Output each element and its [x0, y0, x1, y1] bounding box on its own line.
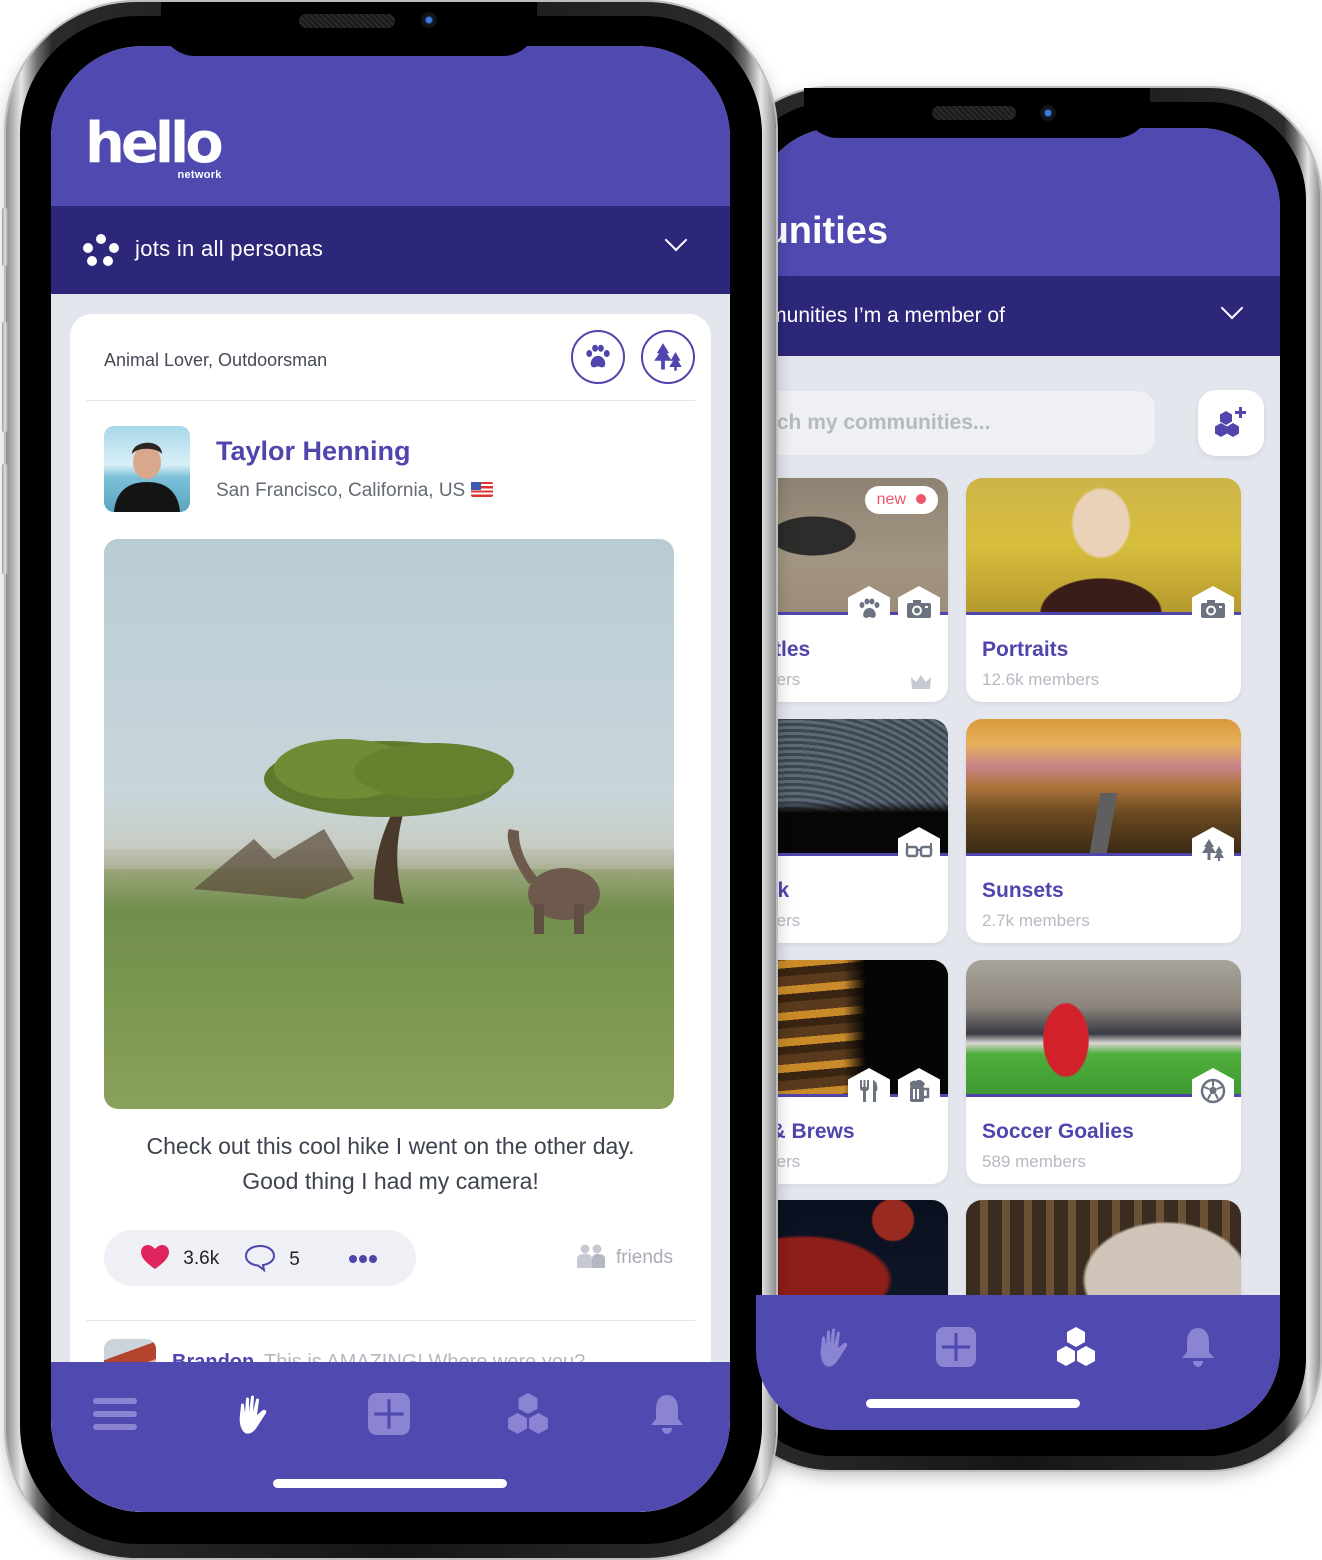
persona-filter-dropdown[interactable]: jots in all personas — [51, 206, 730, 294]
plus-square-icon — [936, 1327, 976, 1367]
like-button[interactable]: 3.6k — [140, 1244, 219, 1270]
comment-button[interactable]: 5 — [244, 1244, 300, 1273]
community-card-talk[interactable]: talk mbers — [756, 719, 948, 943]
community-card-soccer-goalies[interactable]: Soccer Goalies 589 members — [966, 960, 1241, 1184]
post-persona-tags: Animal Lover, Outdoorsman — [104, 350, 328, 370]
hand-wave-icon — [820, 1328, 848, 1367]
post-card: Animal Lover, Outdoorsman Taylor Henning… — [70, 314, 711, 1512]
front-camera — [1040, 105, 1056, 121]
bottom-navigation — [51, 1362, 730, 1512]
feed-screen: hello network jots in all personas Anima… — [51, 46, 730, 1512]
nav-jots[interactable] — [812, 1323, 860, 1371]
community-card-portraits[interactable]: Portraits 12.6k members — [966, 478, 1241, 702]
paw-icon[interactable] — [571, 330, 625, 384]
persona-filter-label: jots in all personas — [135, 236, 324, 261]
divider — [86, 400, 695, 401]
author-name[interactable]: Taylor Henning — [216, 436, 411, 467]
crown-icon — [911, 675, 931, 689]
volume-up-button — [2, 322, 8, 432]
community-member-count: 2.7k members — [982, 911, 1090, 930]
chevron-down-icon — [1220, 296, 1244, 320]
nav-notifications[interactable] — [1174, 1323, 1222, 1371]
heart-icon — [141, 1245, 169, 1269]
communities-screen: mmunities ommunities I’m a member of arc… — [756, 128, 1280, 1430]
volume-down-button — [2, 464, 8, 574]
bell-icon — [1182, 1328, 1214, 1367]
author-location: San Francisco, California, US — [216, 480, 494, 502]
phone-notch — [804, 88, 1150, 138]
more-options-button[interactable] — [348, 1248, 378, 1270]
new-badge: new — [864, 486, 938, 514]
persona-dots-icon — [83, 234, 119, 268]
community-card-sunsets[interactable]: Sunsets 2.7k members — [966, 719, 1241, 943]
search-communities-input[interactable]: arch my communities... — [756, 390, 1156, 456]
feed: Animal Lover, Outdoorsman Taylor Henning… — [51, 294, 730, 1512]
hexagons-icon — [508, 1393, 548, 1434]
community-name: Portraits — [982, 638, 1069, 661]
menu-icon — [93, 1398, 137, 1430]
post-visibility: friends — [576, 1244, 673, 1269]
community-name: Sunsets — [982, 879, 1064, 902]
comment-bubble-icon — [244, 1244, 276, 1273]
community-name: Soccer Goalies — [982, 1120, 1134, 1143]
add-community-icon — [1215, 407, 1246, 437]
divider — [86, 1320, 695, 1321]
back-phone-device: mmunities ommunities I’m a member of arc… — [720, 88, 1320, 1470]
community-member-count: 589 members — [982, 1152, 1086, 1171]
bottom-navigation — [756, 1295, 1280, 1430]
filter-label: ommunities I’m a member of — [756, 304, 1005, 327]
front-camera — [421, 12, 437, 28]
friends-icon — [576, 1244, 605, 1268]
like-count: 3.6k — [183, 1248, 220, 1269]
front-phone-device: hello network jots in all personas Anima… — [2, 2, 776, 1558]
nav-jots[interactable] — [231, 1390, 279, 1438]
author-avatar[interactable] — [104, 426, 190, 512]
reactions-bar: 3.6k 5 — [104, 1230, 416, 1286]
communities-header: mmunities — [756, 128, 1280, 276]
app-header: hello network — [51, 46, 730, 206]
nav-communities[interactable] — [1052, 1323, 1100, 1371]
speaker-grille — [932, 106, 1016, 120]
post-photo[interactable] — [104, 539, 674, 1109]
post-caption: Check out this cool hike I went on the o… — [146, 1133, 635, 1194]
hexagons-icon — [1057, 1327, 1095, 1366]
chevron-down-icon — [664, 228, 688, 252]
more-dots-icon — [349, 1255, 377, 1263]
hand-wave-icon — [239, 1395, 267, 1434]
nav-create[interactable] — [932, 1323, 980, 1371]
hello-network-logo: hello network — [85, 111, 224, 182]
phone-notch — [161, 2, 537, 56]
speaker-grille — [299, 14, 395, 28]
community-member-count: 12.6k members — [982, 670, 1100, 689]
mute-switch — [2, 208, 8, 266]
add-community-button[interactable] — [1198, 390, 1264, 456]
home-indicator[interactable] — [866, 1399, 1080, 1408]
us-flag-icon — [471, 482, 494, 497]
trees-icon[interactable] — [641, 330, 695, 384]
nav-menu[interactable] — [91, 1390, 139, 1438]
bell-icon — [651, 1395, 683, 1434]
communities-filter-dropdown[interactable]: ommunities I’m a member of — [756, 276, 1280, 356]
nav-create[interactable] — [365, 1390, 413, 1438]
search-placeholder: arch my communities... — [757, 411, 991, 434]
home-indicator[interactable] — [273, 1479, 507, 1488]
plus-square-icon — [368, 1393, 410, 1435]
nav-communities[interactable] — [504, 1390, 552, 1438]
community-card-turtles[interactable]: new urtles mbers — [756, 478, 948, 702]
nav-notifications[interactable] — [643, 1390, 691, 1438]
community-card-brews[interactable]: s & Brews mbers — [756, 960, 948, 1184]
comment-count: 5 — [289, 1249, 300, 1270]
